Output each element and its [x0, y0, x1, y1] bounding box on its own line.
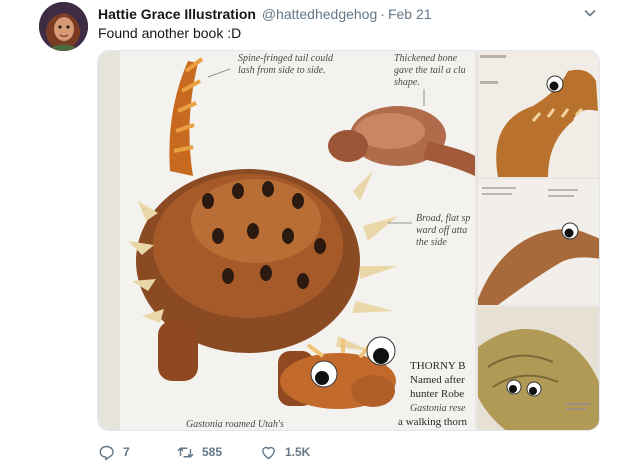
- retweet-button[interactable]: 585: [177, 443, 222, 461]
- caption-tail-2: lash from side to side.: [238, 65, 326, 76]
- book-heading: THORNY B: [410, 360, 466, 372]
- caption-flat-3: the side: [416, 237, 447, 248]
- reply-count: 7: [123, 445, 130, 459]
- tweet-text: Found another book :D: [98, 25, 242, 41]
- reply-button[interactable]: 7: [98, 443, 130, 461]
- like-count: 1.5K: [285, 445, 311, 459]
- tweet-header: Hattie Grace Illustration @hattedhedgeho…: [98, 5, 432, 23]
- caption-flat-1: Broad, flat sp: [416, 213, 470, 224]
- chevron-down-icon[interactable]: [583, 6, 597, 20]
- user-handle[interactable]: @hattedhedgehog: [262, 6, 377, 22]
- caption-bone-2: gave the tail a clu: [394, 65, 466, 76]
- display-name[interactable]: Hattie Grace Illustration: [98, 6, 256, 22]
- separator-dot: ·: [380, 6, 385, 22]
- book-footer: Gastonia roamed Utah's: [186, 419, 284, 430]
- media-image-main[interactable]: Spine-fringed tail could lash from side …: [98, 51, 475, 430]
- like-button[interactable]: 1.5K: [260, 443, 310, 461]
- caption-bone-1: Thickened bone: [394, 53, 458, 64]
- retweet-count: 585: [202, 445, 223, 459]
- avatar-illustration: [39, 2, 88, 51]
- media-image-2[interactable]: [478, 51, 599, 177]
- book-body-1: Named after: [410, 374, 465, 386]
- avatar[interactable]: [39, 2, 88, 51]
- media-grid: Spine-fringed tail could lash from side …: [97, 50, 600, 431]
- media-image-3[interactable]: [478, 179, 599, 305]
- book-body-3: Gastonia rese: [410, 403, 466, 414]
- tweet: Hattie Grace Illustration @hattedhedgeho…: [0, 0, 640, 465]
- caption-flat-2: ward off atta: [416, 225, 467, 236]
- caption-tail-1: Spine-fringed tail could: [238, 53, 334, 64]
- caption-bone-3: shape.: [394, 77, 420, 88]
- reply-icon: [99, 445, 114, 460]
- timestamp[interactable]: Feb 21: [388, 6, 432, 22]
- book-body-2: hunter Robe: [410, 388, 464, 400]
- heart-icon: [262, 446, 275, 459]
- retweet-icon: [177, 447, 194, 457]
- media-image-4[interactable]: [478, 307, 599, 430]
- book-body-4: a walking thorn: [398, 416, 468, 428]
